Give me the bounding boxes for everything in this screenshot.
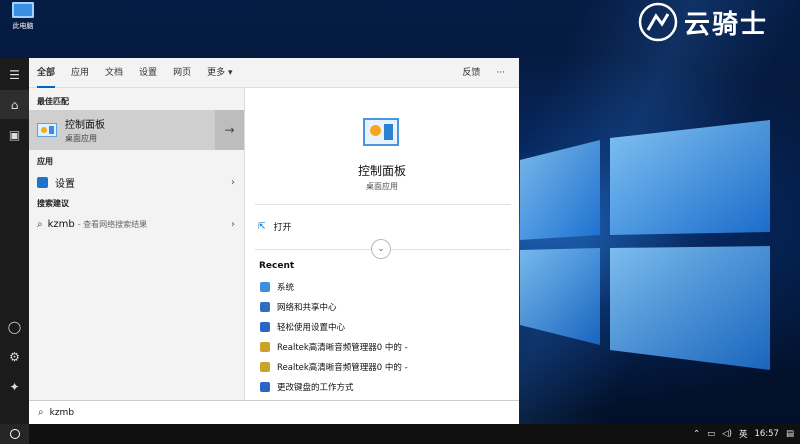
suggestions-header: 搜索建议	[37, 199, 69, 208]
recent-item[interactable]: 轻松使用设置中心	[260, 321, 345, 333]
hamburger-icon[interactable]: ☰	[0, 60, 29, 89]
cortana-search-button[interactable]	[0, 424, 29, 444]
taskbar: ⌃ ▭ ◁) 英 16:57 ▤	[0, 424, 800, 444]
best-match-header: 最佳匹配	[37, 97, 69, 106]
feedback-button[interactable]: 反馈	[454, 58, 488, 88]
recent-item-label: 系统	[277, 283, 295, 293]
preview-subtitle: 桌面应用	[366, 182, 398, 191]
recent-item-label: 轻松使用设置中心	[277, 323, 346, 333]
recent-item-label: 网络和共享中心	[277, 303, 337, 313]
open-arrow-button[interactable]: →	[215, 110, 244, 150]
chevron-up-icon[interactable]: ⌃	[693, 429, 700, 439]
list-item-settings[interactable]: 设置 ›	[29, 171, 245, 193]
chevron-right-icon: ›	[231, 176, 235, 188]
recent-item[interactable]: Realtek高清晰音频管理器0 中的 -	[260, 341, 408, 353]
tab-documents[interactable]: 文档	[97, 58, 131, 88]
recent-item[interactable]: 系统	[260, 281, 294, 293]
volume-icon[interactable]: ◁)	[722, 429, 732, 439]
tab-settings[interactable]: 设置	[131, 58, 165, 88]
list-item-web-suggestion[interactable]: ⌕ kzmb - 查看网络搜索结果 ›	[29, 213, 245, 235]
start-rail: ☰ ⌂ ▣ ◯ ⚙ ✦	[0, 58, 29, 424]
recent-item[interactable]: 网络和共享中心	[260, 301, 337, 313]
best-match-item[interactable]: 控制面板 桌面应用	[29, 110, 215, 150]
tab-more[interactable]: 更多 ▾	[199, 58, 240, 88]
search-box[interactable]: ⌕ kzmb	[29, 400, 519, 424]
ease-of-access-icon	[260, 322, 270, 332]
open-icon: ⇱	[258, 221, 266, 232]
best-match-subtitle: 桌面应用	[65, 134, 97, 143]
keyboard-icon	[260, 382, 270, 392]
recent-item[interactable]: Realtek高清晰音频管理器0 中的 -	[260, 361, 408, 373]
chevron-right-icon: ›	[231, 218, 235, 230]
open-action[interactable]: ⇱ 打开	[258, 220, 292, 234]
computer-icon	[12, 2, 34, 18]
desktop-icon-this-pc[interactable]: 此电脑	[4, 2, 42, 31]
suggestion-query: kzmb	[47, 218, 75, 230]
realtek-icon	[260, 362, 270, 372]
divider	[255, 204, 511, 205]
more-options-button[interactable]: ···	[488, 58, 513, 88]
clock[interactable]: 16:57	[754, 429, 779, 439]
desktop-icon-label: 此电脑	[12, 22, 34, 30]
language-indicator[interactable]: 英	[739, 428, 748, 440]
gear-icon[interactable]: ⚙	[0, 342, 29, 371]
expand-chevron-button[interactable]: ⌄	[371, 239, 391, 259]
tab-web[interactable]: 网页	[165, 58, 199, 88]
search-icon: ⌕	[38, 407, 44, 418]
tab-apps[interactable]: 应用	[63, 58, 97, 88]
network-icon[interactable]: ▭	[707, 429, 715, 439]
preview-title: 控制面板	[357, 164, 406, 178]
search-input[interactable]: kzmb	[50, 408, 74, 418]
system-tray: ⌃ ▭ ◁) 英 16:57 ▤	[693, 424, 794, 444]
system-icon	[260, 282, 270, 292]
home-icon[interactable]: ⌂	[0, 90, 29, 119]
tab-all[interactable]: 全部	[29, 58, 63, 88]
settings-gear-icon	[37, 176, 48, 188]
app-label: 设置	[55, 178, 75, 190]
realtek-icon	[260, 342, 270, 352]
open-label: 打开	[273, 223, 292, 233]
best-match-title: 控制面板	[65, 120, 105, 131]
brand-text: 云骑士	[684, 9, 769, 40]
suggestion-hint: - 查看网络搜索结果	[77, 219, 148, 229]
search-tabs: 全部 应用 文档 设置 网页 更多 ▾ 反馈 ···	[29, 58, 519, 88]
apps-header: 应用	[37, 157, 53, 166]
recent-item-label: 更改键盘的工作方式	[277, 383, 354, 393]
recent-item[interactable]: 更改键盘的工作方式	[260, 381, 354, 393]
recent-header: Recent	[259, 261, 295, 271]
notification-icon[interactable]: ▤	[786, 429, 794, 439]
pinned-app-icon[interactable]: ✦	[0, 372, 29, 401]
control-panel-icon	[37, 123, 57, 137]
arrow-right-icon: →	[224, 123, 235, 137]
user-icon[interactable]: ◯	[0, 312, 29, 341]
document-icon[interactable]: ▣	[0, 120, 29, 149]
circle-icon	[9, 429, 20, 439]
windows-logo	[520, 120, 770, 370]
search-icon: ⌕	[37, 218, 43, 230]
recent-item-label: Realtek高清晰音频管理器0 中的 -	[277, 343, 408, 353]
chevron-down-icon: ⌄	[377, 244, 385, 254]
recent-item-label: Realtek高清晰音频管理器0 中的 -	[277, 363, 408, 373]
network-icon	[260, 302, 270, 312]
control-panel-large-icon	[363, 118, 399, 146]
brand-watermark: 云骑士	[638, 2, 768, 42]
brand-logo-icon	[638, 2, 678, 42]
